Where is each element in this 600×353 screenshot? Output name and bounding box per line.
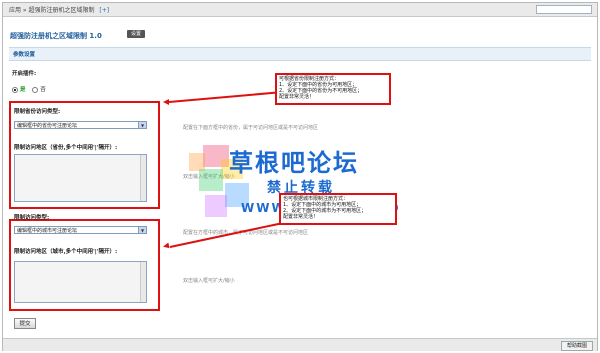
province-area-label: 限制访问地区（省份,多个中间用'|'隔开）:: [14, 145, 118, 151]
province-select-value: 编辑框中的省份可注册论坛: [17, 123, 78, 129]
check-icon: 是: [20, 87, 26, 93]
app-window: 应用 » 超强防注册机之区域限制 [+] 超强防注册机之区域限制 1.0 设置 …: [2, 2, 598, 351]
section-title: 参数设置: [13, 52, 36, 58]
province-type-select[interactable]: 编辑框中的省份可注册论坛 ▼: [14, 121, 147, 129]
search-input[interactable]: [536, 5, 592, 14]
city-select-value: 编辑框中的城市可注册论坛: [17, 228, 78, 234]
city-hint: 双击输入框可扩大/缩小: [183, 278, 235, 284]
section-header: 参数设置: [9, 47, 591, 61]
city-area-textarea[interactable]: [14, 261, 147, 303]
city-type-label: 限制访问类型:: [14, 215, 50, 221]
province-type-label: 限制省份访问类型:: [14, 109, 61, 115]
plugin-header: 超强防注册机之区域限制 1.0 设置: [3, 26, 597, 44]
province-arrow: [168, 91, 276, 103]
help-screenshot-button[interactable]: 帮助截图: [560, 341, 593, 351]
submit-button[interactable]: 提交: [14, 318, 36, 329]
arrow-head-icon: [162, 242, 170, 250]
settings-button[interactable]: 设置: [127, 30, 146, 38]
province-description: 配置在下面方框中的省份，属于可访问地区或是不可访问地区: [183, 125, 319, 131]
bottom-bar: 帮助截图: [3, 338, 597, 351]
breadcrumb: 应用 » 超强防注册机之区域限制 [+]: [9, 5, 109, 14]
plugin-enable-radios: 是 否: [12, 85, 46, 93]
add-shortcut-link[interactable]: [+]: [99, 7, 109, 14]
watermark-title: 草根吧论坛: [229, 149, 359, 177]
arrow-head-icon: [163, 99, 169, 105]
province-callout: 可根据省份限制注册方式： 1、设定下面中的省份为可用地区； 2、设定下面中的省份…: [275, 73, 391, 105]
scrollbar[interactable]: [140, 155, 146, 201]
breadcrumb-path[interactable]: 应用 » 超强防注册机之区域限制: [9, 7, 95, 14]
scrollbar[interactable]: [140, 262, 146, 302]
callout-line: 配置非常灵活！: [279, 94, 315, 100]
chevron-down-icon[interactable]: ▼: [138, 122, 146, 128]
city-callout: 也可根据城市限制注册方式： 1、设定下面中的城市为可用地区； 2、设定下面中的城…: [279, 193, 397, 225]
city-type-select[interactable]: 编辑框中的城市可注册论坛 ▼: [14, 226, 147, 234]
page-title: 超强防注册机之区域限制 1.0: [10, 32, 102, 40]
callout-line: 配置非常灵活！: [283, 214, 319, 220]
radio-no[interactable]: [32, 86, 39, 93]
province-area-textarea[interactable]: [14, 154, 147, 202]
radio-no-label: 否: [40, 87, 46, 93]
radio-yes[interactable]: [12, 86, 18, 93]
chevron-down-icon[interactable]: ▼: [138, 227, 146, 233]
plugin-enable-label: 开启插件:: [12, 71, 37, 77]
top-bar: 应用 » 超强防注册机之区域限制 [+]: [3, 3, 597, 17]
city-area-label: 限制访问地区（城市,多个中间用'|'隔开）:: [14, 249, 118, 255]
